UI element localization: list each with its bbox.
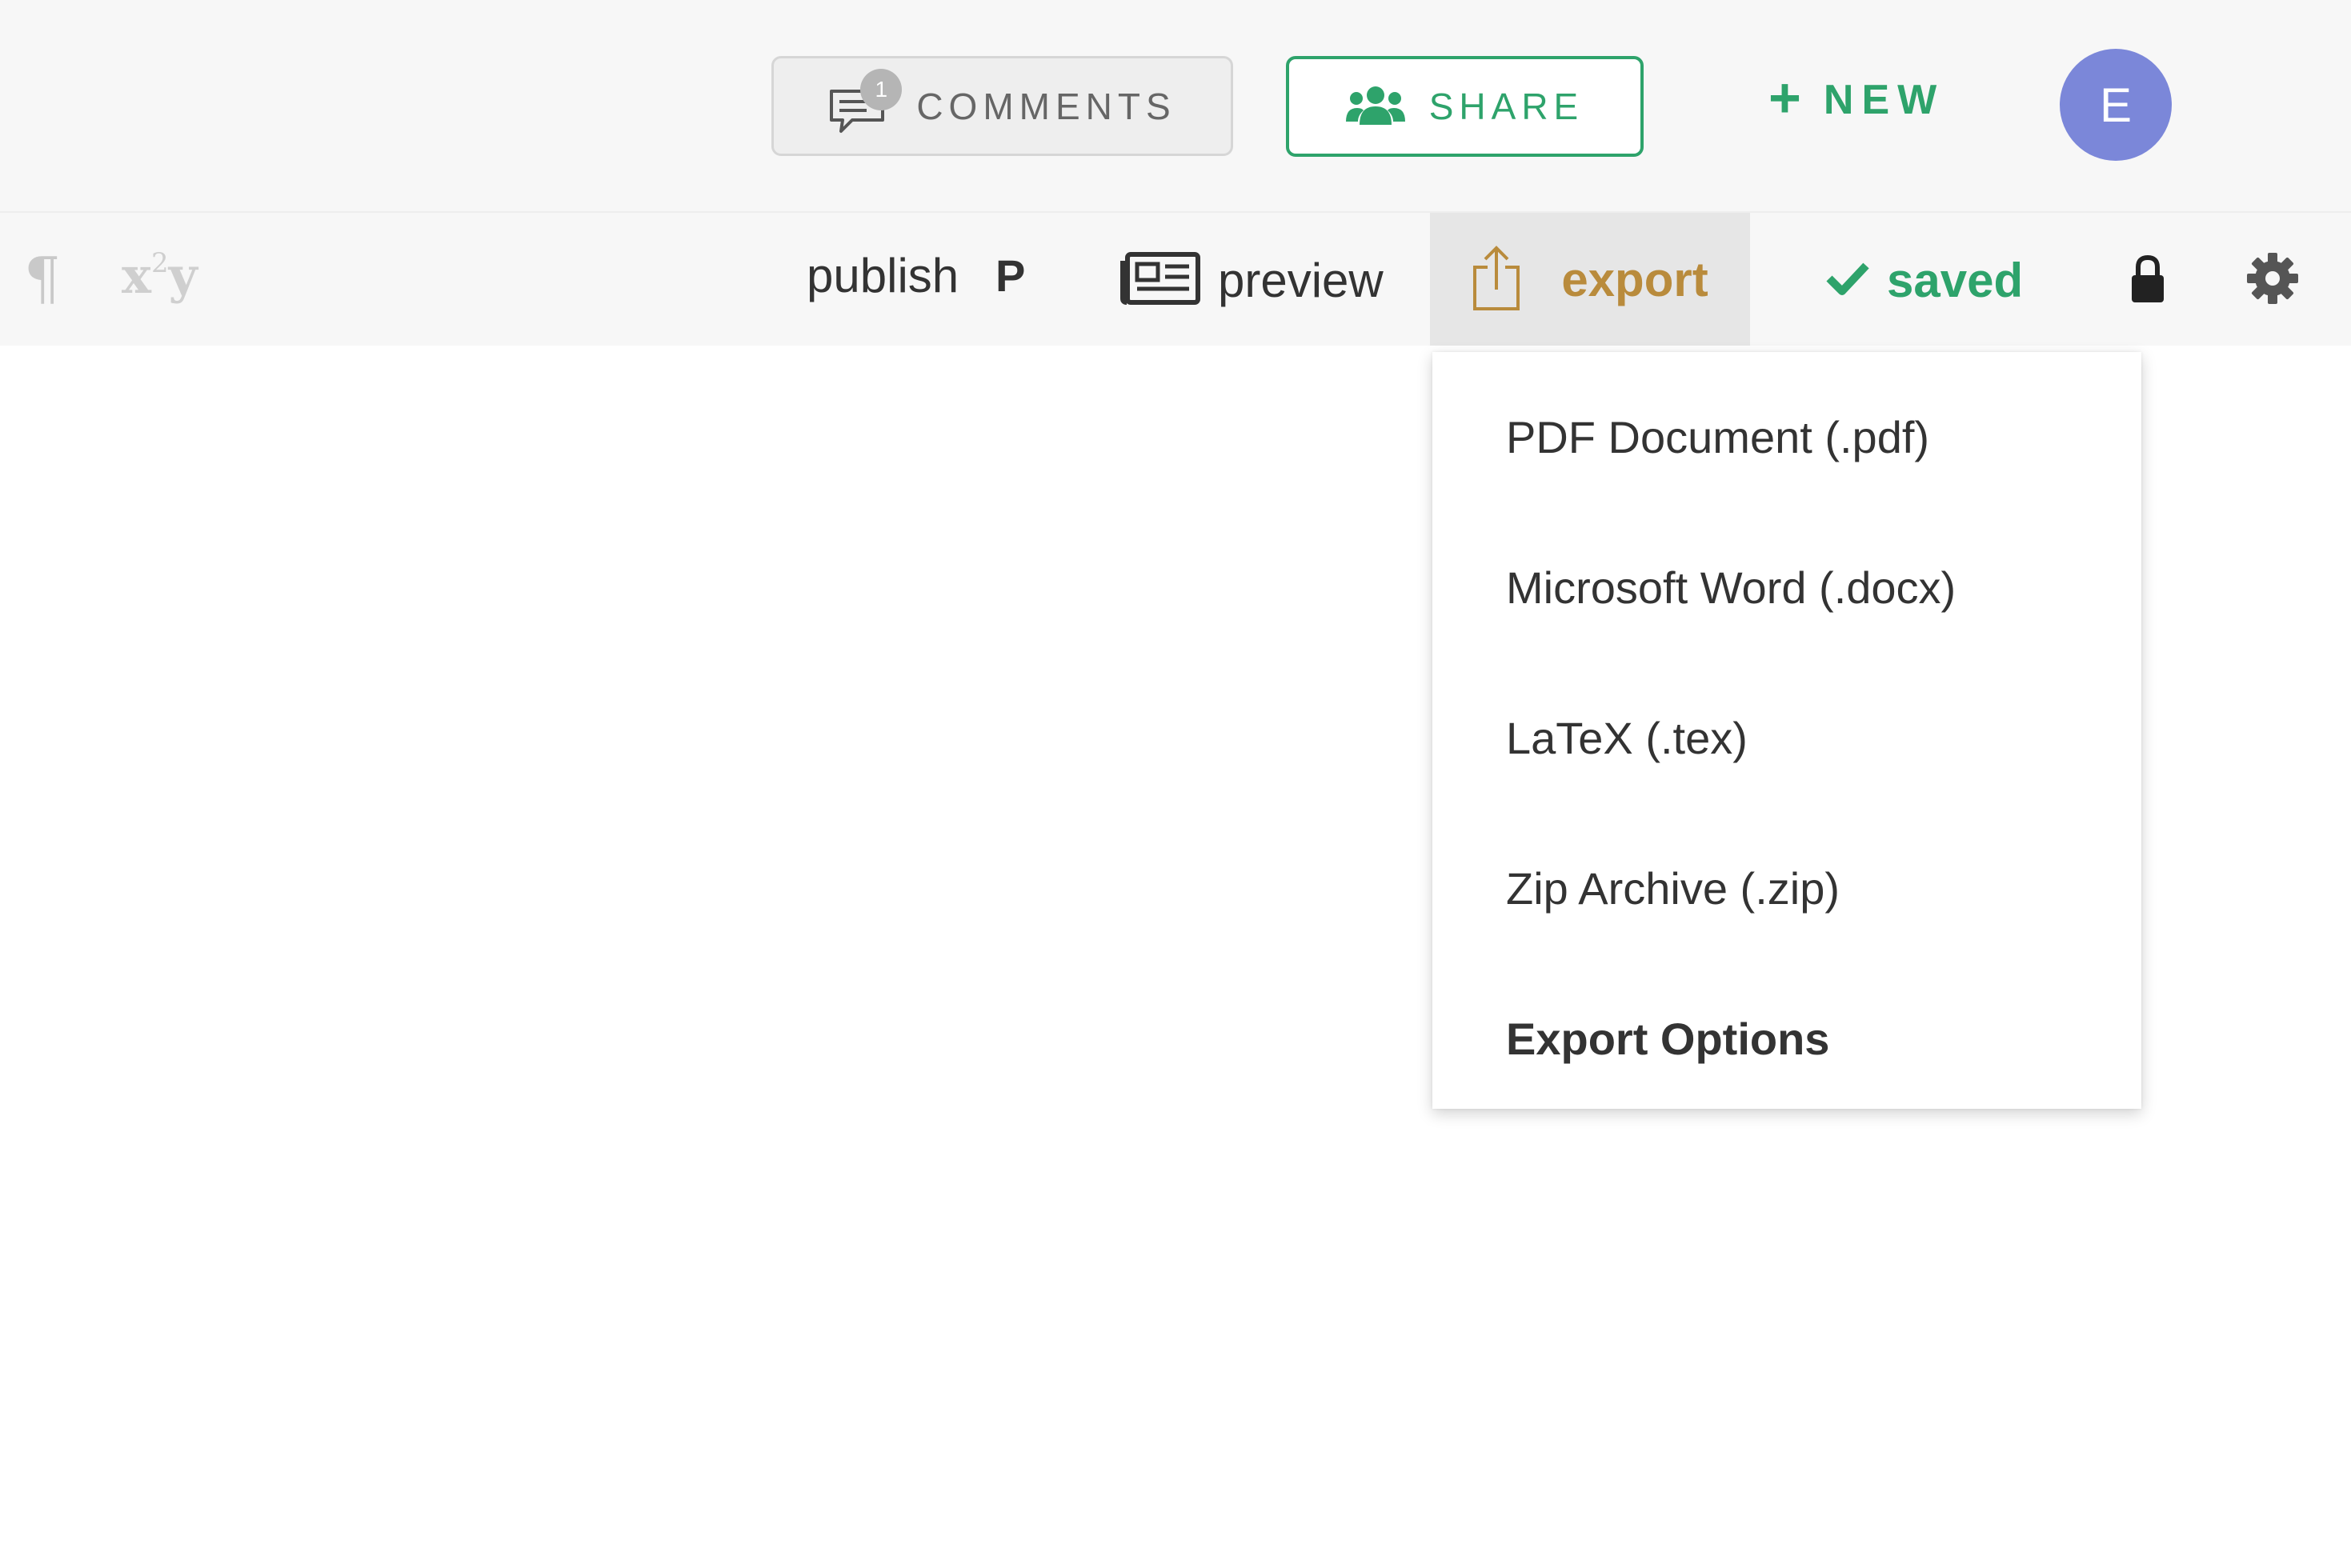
plus-icon: +	[1768, 66, 1801, 129]
publish-button[interactable]: publish	[807, 248, 959, 303]
share-button[interactable]: SHARE	[1286, 56, 1644, 157]
formula-button[interactable]: x2y	[122, 246, 198, 305]
preview-label: preview	[1218, 253, 1384, 307]
upload-icon	[1472, 243, 1521, 316]
comments-button[interactable]: 1 COMMENTS	[771, 56, 1233, 156]
editor-toolbar: ¶ x2y publish P preview export saved	[0, 211, 2351, 346]
formula-exponent: 2	[150, 247, 169, 279]
check-icon	[1826, 261, 1869, 300]
export-docx-item[interactable]: Microsoft Word (.docx)	[1506, 562, 1956, 614]
comments-label: COMMENTS	[916, 85, 1176, 127]
export-pdf-item[interactable]: PDF Document (.pdf)	[1506, 411, 1929, 463]
export-dropdown-menu: PDF Document (.pdf) Microsoft Word (.doc…	[1432, 352, 2141, 1109]
new-label: NEW	[1823, 77, 1945, 123]
top-header-bar: 1 COMMENTS SHARE + NEW E	[0, 0, 2351, 211]
share-label: SHARE	[1428, 86, 1584, 127]
preview-button[interactable]: preview	[1120, 243, 1384, 317]
comments-count-badge: 1	[860, 68, 903, 110]
new-button[interactable]: + NEW	[1768, 64, 1977, 136]
saved-status: saved	[1826, 243, 2023, 317]
export-zip-item[interactable]: Zip Archive (.zip)	[1506, 862, 1840, 914]
export-tex-item[interactable]: LaTeX (.tex)	[1506, 712, 1748, 764]
paragraph-icon[interactable]: ¶	[24, 245, 61, 312]
newspaper-icon	[1120, 251, 1200, 309]
formula-tail: y	[168, 246, 198, 305]
publish-shortcut-p[interactable]: P	[995, 250, 1025, 302]
export-options-item[interactable]: Export Options	[1506, 1013, 1829, 1065]
user-avatar[interactable]: E	[2060, 49, 2172, 161]
comment-icon: 1	[828, 68, 903, 134]
formula-base: x	[122, 246, 151, 305]
lock-icon[interactable]	[2130, 253, 2165, 308]
users-icon	[1345, 85, 1405, 129]
export-button[interactable]: export	[1430, 213, 1750, 346]
export-label: export	[1561, 252, 1708, 306]
gear-icon[interactable]	[2247, 253, 2298, 308]
saved-label: saved	[1887, 253, 2024, 307]
